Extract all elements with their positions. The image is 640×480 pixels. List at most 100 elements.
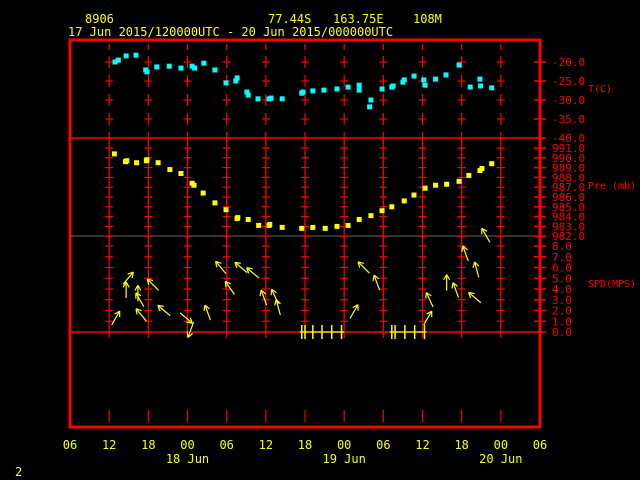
pressure-point xyxy=(334,223,340,229)
x-tick-label: 12 xyxy=(102,438,116,452)
temperature-point xyxy=(345,84,351,90)
pressure-point xyxy=(422,185,428,191)
temperature-point xyxy=(166,63,172,69)
temperature-point xyxy=(411,73,417,79)
wind-arrow-head xyxy=(203,305,206,312)
pressure-point xyxy=(256,222,262,228)
pressure-point xyxy=(155,160,161,166)
temperature-point xyxy=(223,80,229,86)
x-tick-label: 18 xyxy=(454,438,468,452)
temperature-point xyxy=(133,52,139,58)
x-tick-label: 12 xyxy=(415,438,429,452)
pressure-point xyxy=(466,172,472,178)
wind-arrow xyxy=(122,281,130,299)
x-tick-label: 06 xyxy=(376,438,390,452)
axis-title-temperature: T(C) xyxy=(588,84,612,95)
pressure-point xyxy=(479,166,485,172)
wind-arrow xyxy=(425,292,434,308)
temperature-point xyxy=(478,83,484,89)
wind-arrow xyxy=(157,304,171,317)
temperature-point xyxy=(212,67,218,73)
pressure-point xyxy=(310,224,316,230)
temperature-point xyxy=(356,82,362,88)
temperature-point xyxy=(279,96,285,102)
temperature-point xyxy=(477,76,483,82)
temperature-point xyxy=(245,92,251,98)
temperature-point xyxy=(489,85,495,91)
pressure-point xyxy=(444,181,450,187)
axis-tick-label: -35.0 xyxy=(552,113,585,126)
wind-arrow-head xyxy=(259,289,262,297)
pressure-point xyxy=(411,192,417,198)
temperature-point xyxy=(367,104,373,110)
pressure-point xyxy=(235,215,241,221)
pressure-point xyxy=(433,182,439,188)
pressure-point xyxy=(212,200,218,206)
temperature-point xyxy=(368,97,374,103)
temperature-point xyxy=(178,65,184,71)
axis-title-pressure: Pre (mb) xyxy=(588,181,636,192)
pressure-point xyxy=(167,167,173,173)
wind-arrow-head xyxy=(372,274,375,282)
wind-arrow xyxy=(203,304,212,321)
temperature-point xyxy=(310,88,316,94)
pressure-point xyxy=(356,217,362,223)
x-tick-label: 12 xyxy=(259,438,273,452)
pressure-point xyxy=(379,208,385,214)
wind-arrow-head xyxy=(224,281,227,288)
axis-tick-label: -25.0 xyxy=(552,75,585,88)
axis-title-wind: SPD(MPS) xyxy=(588,279,636,290)
wind-arrow-head xyxy=(472,261,476,268)
wind-arrow xyxy=(468,291,482,304)
pressure-point xyxy=(299,225,305,231)
date-label: 19 Jun xyxy=(322,452,365,466)
temperature-point xyxy=(390,83,396,89)
temperature-point xyxy=(379,86,385,92)
pressure-point xyxy=(489,161,495,167)
temperature-point xyxy=(201,60,207,66)
x-tick-label: 06 xyxy=(219,438,233,452)
x-tick-label: 00 xyxy=(494,438,508,452)
pressure-point xyxy=(279,224,285,230)
pressure-point xyxy=(191,182,197,188)
temperature-point xyxy=(268,95,274,101)
temperature-point xyxy=(144,69,150,75)
pressure-point xyxy=(245,217,251,223)
temperature-point xyxy=(192,65,198,71)
temperature-point xyxy=(433,76,439,82)
wind-arrow-head xyxy=(451,282,454,289)
pressure-point xyxy=(322,225,328,231)
wind-arrow xyxy=(111,310,121,326)
pressure-point xyxy=(144,157,150,163)
temperature-point xyxy=(300,89,306,95)
pressure-point xyxy=(223,207,229,213)
pressure-point xyxy=(401,198,407,204)
axis-tick-label: 0.0 xyxy=(552,326,572,339)
wind-arrow xyxy=(357,261,370,274)
wind-arrow xyxy=(234,261,248,274)
wind-arrow-head xyxy=(270,289,273,296)
wind-arrow xyxy=(481,227,491,243)
pressure-point xyxy=(456,178,462,184)
temperature-point xyxy=(422,82,428,88)
temperature-point xyxy=(321,87,327,93)
temperature-point xyxy=(334,86,340,92)
pressure-point xyxy=(267,221,273,227)
temperature-point xyxy=(401,77,407,83)
wind-arrow xyxy=(135,292,145,307)
pressure-point xyxy=(368,213,374,219)
meteogram-chart: -20.0-25.0-30.0-35.0-40.0T(C)991.0990.09… xyxy=(63,38,636,466)
wind-arrow xyxy=(443,274,451,291)
temperature-point xyxy=(123,53,129,59)
x-tick-label: 06 xyxy=(533,438,547,452)
wind-arrow xyxy=(461,245,469,262)
pressure-point xyxy=(178,170,184,176)
axis-tick-label: -20.0 xyxy=(552,56,585,69)
pressure-point xyxy=(389,204,395,210)
wind-arrow xyxy=(472,261,480,278)
wind-arrow xyxy=(246,267,260,279)
pressure-point xyxy=(134,160,140,166)
temperature-point xyxy=(467,84,473,90)
temperature-point xyxy=(115,57,121,63)
pressure-point xyxy=(111,151,117,157)
